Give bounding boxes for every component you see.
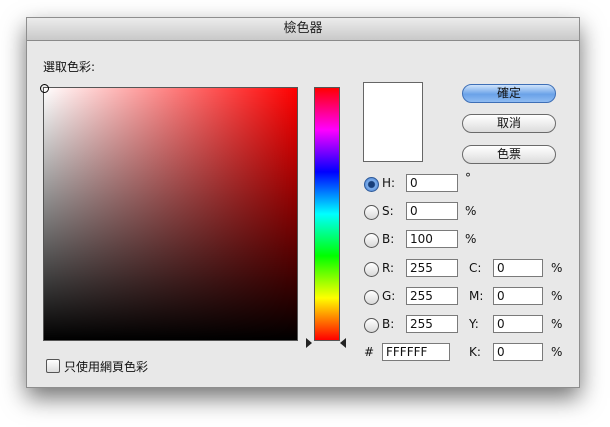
yellow-label: Y: <box>469 317 479 331</box>
green-radio[interactable] <box>364 290 379 305</box>
saturation-brightness-field[interactable] <box>40 84 298 341</box>
blue-radio[interactable] <box>364 318 379 333</box>
black-label: K: <box>469 345 481 359</box>
hue-unit: ° <box>465 171 471 185</box>
red-label: R: <box>382 261 395 275</box>
hue-slider-left-arrow-icon[interactable] <box>306 338 312 348</box>
brightness-unit: % <box>465 232 477 246</box>
select-color-label: 選取色彩: <box>43 60 96 74</box>
color-picker-window: 檢色器 選取色彩: 確定 取消 色票 H: ° S: % B: % R: G: … <box>26 17 580 388</box>
ok-button[interactable]: 確定 <box>462 84 556 103</box>
hue-label: H: <box>382 176 396 190</box>
cancel-button[interactable]: 取消 <box>462 114 556 133</box>
window-title: 檢色器 <box>27 18 579 41</box>
hex-field[interactable] <box>382 343 450 361</box>
cyan-unit: % <box>551 261 563 275</box>
brightness-field[interactable] <box>406 230 458 248</box>
magenta-label: M: <box>469 289 484 303</box>
blue-field[interactable] <box>406 315 458 333</box>
green-label: G: <box>382 289 396 303</box>
cyan-field[interactable] <box>493 259 543 277</box>
red-radio[interactable] <box>364 262 379 277</box>
web-colors-only-checkbox[interactable] <box>46 359 60 373</box>
brightness-radio[interactable] <box>364 233 379 248</box>
swatches-button[interactable]: 色票 <box>462 145 556 164</box>
saturation-unit: % <box>465 204 477 218</box>
yellow-field[interactable] <box>493 315 543 333</box>
saturation-label: S: <box>382 204 394 218</box>
saturation-field[interactable] <box>406 202 458 220</box>
hex-label: # <box>364 345 375 359</box>
saturation-radio[interactable] <box>364 205 379 220</box>
hue-slider-right-arrow-icon[interactable] <box>340 338 346 348</box>
black-unit: % <box>551 345 563 359</box>
web-colors-only-label: 只使用網頁色彩 <box>64 360 149 374</box>
black-field[interactable] <box>493 343 543 361</box>
hue-radio[interactable] <box>364 177 379 192</box>
green-field[interactable] <box>406 287 458 305</box>
hue-slider[interactable] <box>314 87 340 341</box>
blue-label: B: <box>382 317 395 331</box>
hue-field[interactable] <box>406 174 458 192</box>
cyan-label: C: <box>469 261 482 275</box>
brightness-label: B: <box>382 232 395 246</box>
magenta-unit: % <box>551 289 563 303</box>
magenta-field[interactable] <box>493 287 543 305</box>
red-field[interactable] <box>406 259 458 277</box>
color-selection-marker[interactable] <box>40 84 49 93</box>
current-color-swatch <box>363 82 423 162</box>
yellow-unit: % <box>551 317 563 331</box>
